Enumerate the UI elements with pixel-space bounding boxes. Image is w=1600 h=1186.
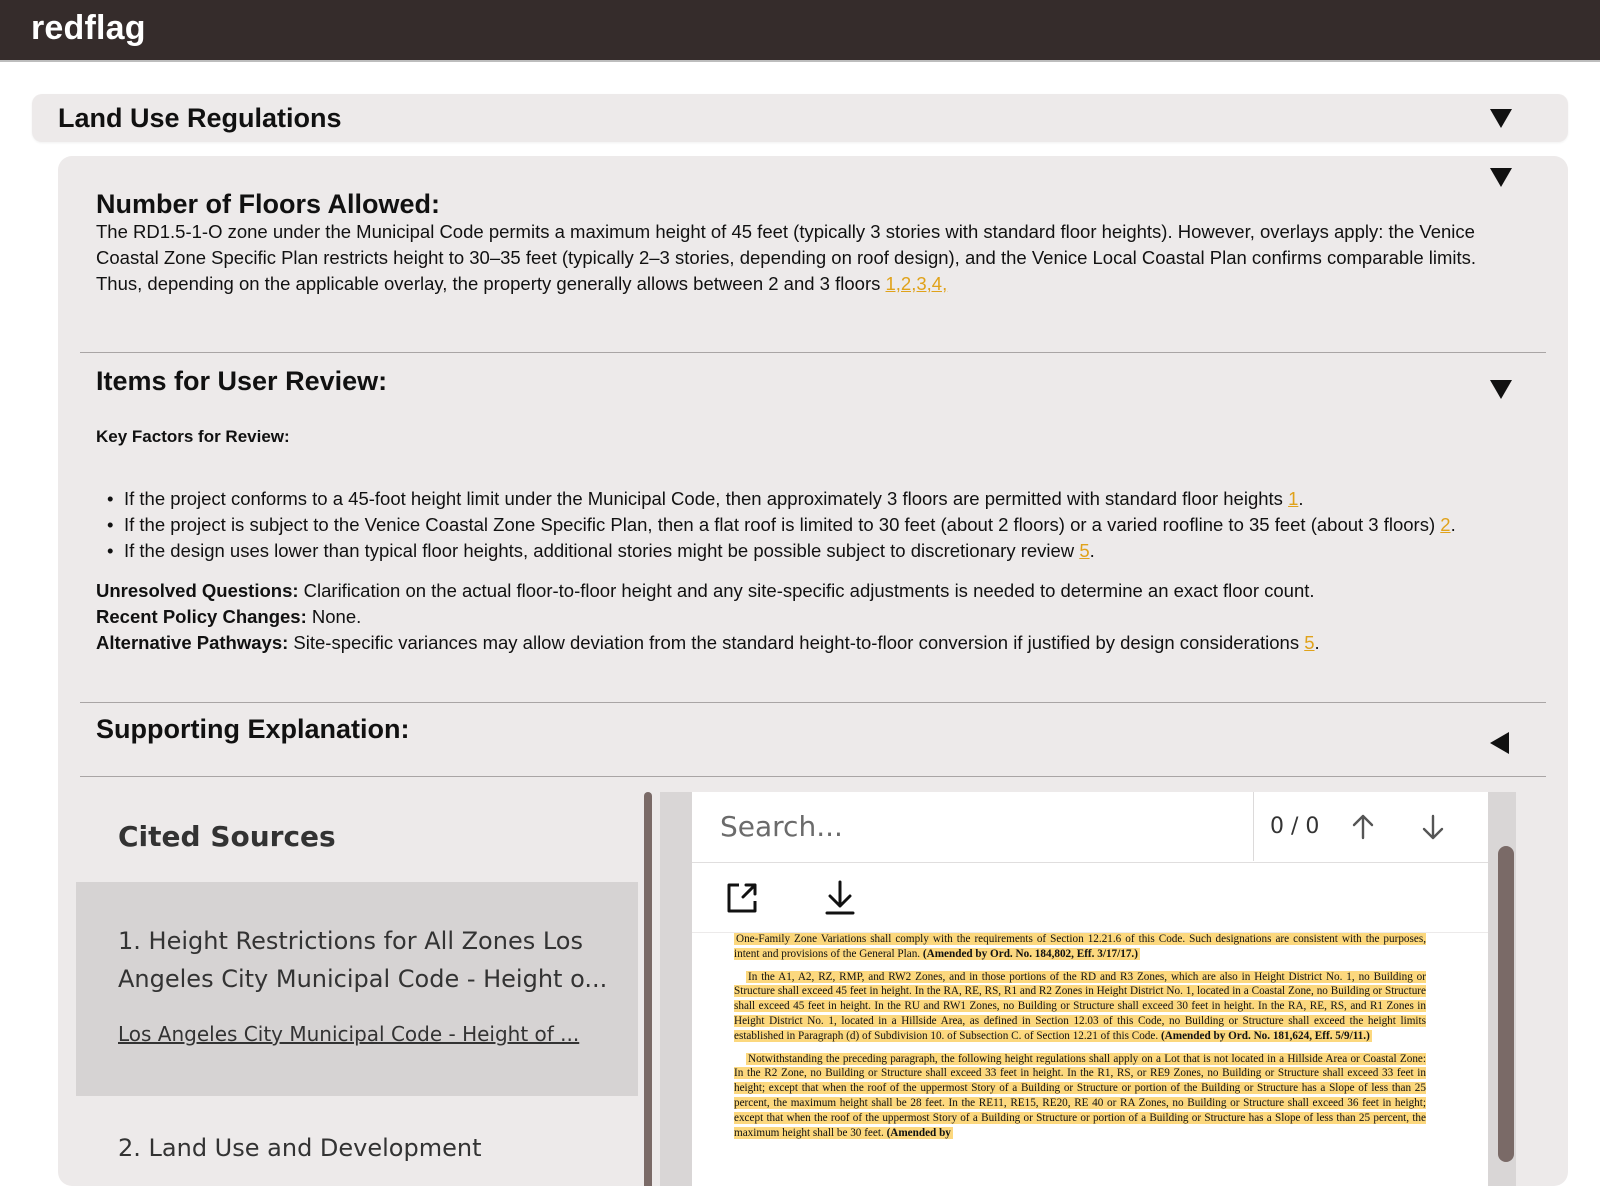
divider bbox=[80, 702, 1546, 703]
document-viewer: 0 / 0 One-Family Zone Variations shall c… bbox=[660, 792, 1516, 1186]
key-factors-label: Key Factors for Review: bbox=[96, 427, 290, 446]
citation-link[interactable]: 1 bbox=[1288, 488, 1298, 509]
doc-paragraph: One-Family Zone Variations shall comply … bbox=[734, 932, 1426, 962]
section-title: Land Use Regulations bbox=[58, 103, 342, 133]
floors-text: The RD1.5-1-O zone under the Municipal C… bbox=[96, 219, 1536, 297]
list-item-text: If the project conforms to a 45-foot hei… bbox=[124, 488, 1289, 509]
doc-amendment: (Amended by bbox=[886, 1126, 951, 1139]
supporting-heading: Supporting Explanation: bbox=[96, 714, 410, 744]
list-item-end: . bbox=[1298, 488, 1304, 509]
unresolved-label: Unresolved Questions: bbox=[96, 580, 299, 601]
previous-match-icon[interactable] bbox=[1348, 812, 1378, 842]
list-item: • If the project conforms to a 45-foot he… bbox=[107, 488, 1304, 509]
section-header[interactable]: Land Use Regulations bbox=[32, 94, 1568, 142]
floors-text-line: The RD1.5-1-O zone under the Municipal C… bbox=[96, 221, 1475, 242]
alt-label: Alternative Pathways: bbox=[96, 632, 289, 653]
citation-link[interactable]: 2 bbox=[1440, 514, 1450, 535]
list-item-text: If the project is subject to the Venice … bbox=[124, 514, 1441, 535]
source-link[interactable]: Los Angeles City Municipal Code - Height… bbox=[118, 1022, 618, 1046]
list-item-text: If the design uses lower than typical fl… bbox=[124, 540, 1080, 561]
doc-paragraph: In the A1, A2, RZ, RMP, and RW2 Zones, a… bbox=[734, 970, 1426, 1044]
list-item: • If the design uses lower than typical f… bbox=[107, 540, 1095, 561]
match-counter: 0 / 0 bbox=[1270, 814, 1320, 839]
citation-link[interactable]: 1,2,3,4, bbox=[886, 273, 948, 294]
collapse-section-icon[interactable] bbox=[1490, 109, 1512, 128]
recent-policy-changes: Recent Policy Changes: None. bbox=[96, 604, 1536, 630]
divider bbox=[80, 776, 1546, 777]
search-input[interactable] bbox=[692, 792, 1254, 861]
brand-logo[interactable]: redflag bbox=[31, 9, 146, 48]
floors-text-line: Thus, depending on the applicable overla… bbox=[96, 271, 1536, 297]
policy-text: None. bbox=[306, 606, 362, 627]
doc-amendment: (Amended by Ord. No. 184,802, Eff. 3/17/… bbox=[922, 947, 1138, 960]
viewer-scrollbar[interactable] bbox=[1498, 846, 1514, 1162]
viewer-pane: 0 / 0 One-Family Zone Variations shall c… bbox=[692, 792, 1514, 1186]
source-item-selected[interactable]: 1. Height Restrictions for All Zones Los… bbox=[76, 882, 638, 1096]
expand-supporting-icon[interactable] bbox=[1490, 732, 1509, 754]
citation-link[interactable]: 5 bbox=[1304, 632, 1314, 653]
top-bar: redflag bbox=[0, 0, 1600, 62]
key-factors-list: • If the project conforms to a 45-foot he… bbox=[96, 486, 1516, 564]
policy-label: Recent Policy Changes: bbox=[96, 606, 307, 627]
source-name: 1. Height Restrictions for All Zones Los… bbox=[118, 927, 608, 993]
next-match-icon[interactable] bbox=[1418, 812, 1448, 842]
collapse-review-icon[interactable] bbox=[1490, 380, 1512, 399]
floors-text-line3: Thus, depending on the applicable overla… bbox=[96, 273, 886, 294]
doc-paragraph: Notwithstanding the preceding paragraph,… bbox=[734, 1052, 1426, 1141]
review-heading: Items for User Review: bbox=[96, 366, 388, 396]
doc-text: Notwithstanding the preceding paragraph,… bbox=[734, 1052, 1426, 1139]
cited-sources-panel: Cited Sources 1. Height Restrictions for… bbox=[76, 792, 642, 1186]
cited-sources-title: Cited Sources bbox=[118, 820, 336, 853]
citation-link[interactable]: 5 bbox=[1079, 540, 1089, 561]
unresolved-questions: Unresolved Questions: Clarification on t… bbox=[96, 578, 1536, 604]
floors-card: Number of Floors Allowed: The RD1.5-1-O … bbox=[58, 156, 1568, 1186]
alt-text: Site-specific variances may allow deviat… bbox=[288, 632, 1305, 653]
list-item-end: . bbox=[1450, 514, 1456, 535]
review-details: Unresolved Questions: Clarification on t… bbox=[96, 578, 1536, 656]
collapse-floors-icon[interactable] bbox=[1490, 168, 1512, 187]
source-item[interactable]: 2. Land Use and Development bbox=[118, 1134, 482, 1162]
panel-resize-handle[interactable] bbox=[644, 792, 652, 1186]
open-external-icon[interactable] bbox=[722, 878, 762, 918]
unresolved-text: Clarification on the actual floor-to-flo… bbox=[298, 580, 1315, 601]
floors-text-line: Coastal Zone Specific Plan restricts hei… bbox=[96, 247, 1477, 268]
list-item: • If the project is subject to the Venice… bbox=[107, 514, 1456, 535]
document-text: One-Family Zone Variations shall comply … bbox=[734, 932, 1426, 1186]
search-bar: 0 / 0 bbox=[692, 792, 1488, 863]
floors-heading: Number of Floors Allowed: bbox=[96, 189, 440, 219]
alt-end: . bbox=[1314, 632, 1320, 653]
download-icon[interactable] bbox=[820, 878, 860, 918]
doc-amendment: (Amended by Ord. No. 181,624, Eff. 5/9/1… bbox=[1160, 1029, 1370, 1042]
list-item-end: . bbox=[1089, 540, 1095, 561]
divider bbox=[80, 352, 1546, 353]
alternative-pathways: Alternative Pathways: Site-specific vari… bbox=[96, 630, 1536, 656]
viewer-toolbar bbox=[692, 862, 1488, 933]
